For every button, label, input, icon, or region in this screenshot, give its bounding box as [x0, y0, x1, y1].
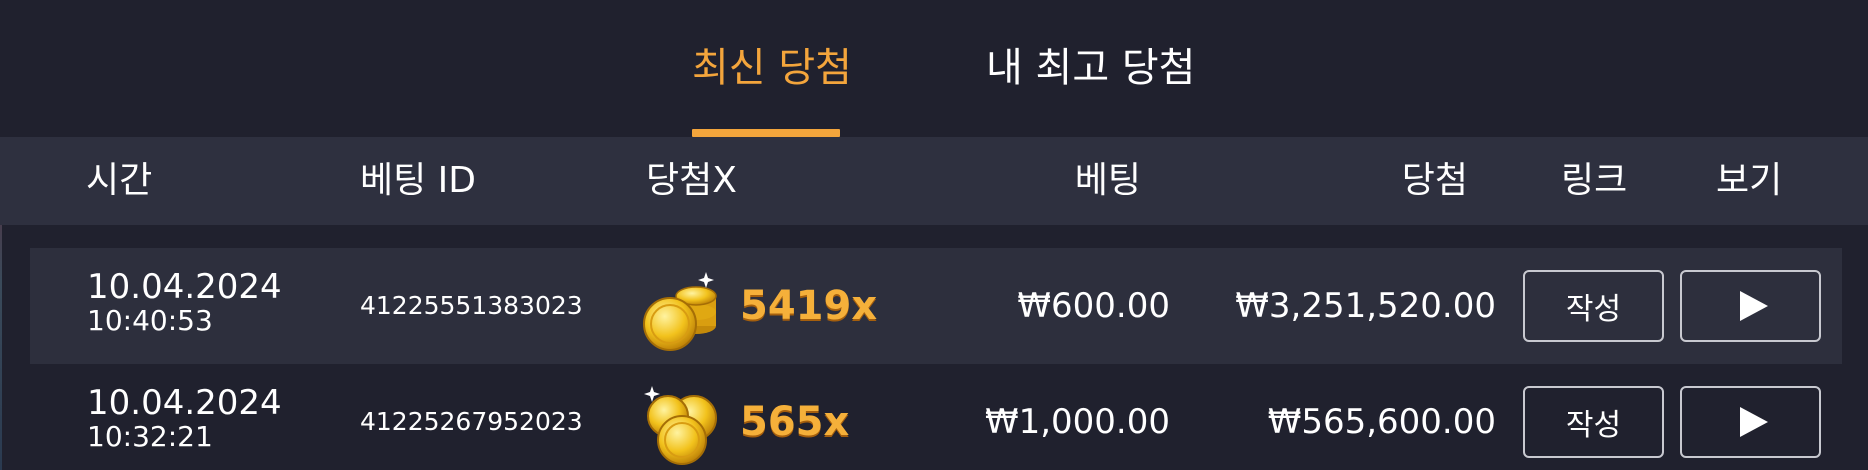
- tab-recent-wins-label: 최신 당첨: [692, 45, 852, 91]
- row-timestamp: 10.04.2024 10:32:21: [87, 386, 282, 451]
- row-bet-amount: ₩600.00: [1017, 286, 1170, 326]
- tab-bar: 최신 당첨 내 최고 당첨: [0, 0, 1868, 137]
- row-time: 10:40:53: [87, 304, 213, 337]
- row-time: 10:32:21: [87, 420, 213, 453]
- view-replay-button[interactable]: [1680, 270, 1821, 342]
- write-link-label: 작성: [1565, 408, 1622, 443]
- row-bet-id: 41225551383023: [360, 291, 583, 320]
- row-date: 10.04.2024: [87, 267, 282, 307]
- column-header-link: 링크: [1561, 160, 1628, 201]
- active-tab-underline: [692, 129, 840, 137]
- row-win-amount: ₩3,251,520.00: [1235, 286, 1496, 326]
- row-date: 10.04.2024: [87, 383, 282, 423]
- play-icon: [1739, 407, 1768, 437]
- tab-my-best-wins[interactable]: 내 최고 당첨: [986, 40, 1195, 137]
- write-link-button[interactable]: 작성: [1523, 270, 1664, 342]
- row-timestamp: 10.04.2024 10:40:53: [87, 270, 282, 335]
- tab-recent-wins[interactable]: 최신 당첨: [692, 40, 852, 137]
- table-row: 10.04.2024 10:32:21 41225267952023 565x …: [30, 364, 1842, 470]
- play-icon: [1739, 291, 1768, 321]
- column-header-win: 당첨: [1401, 160, 1468, 201]
- column-header-multiplier: 당첨X: [646, 160, 737, 201]
- column-header-view: 보기: [1716, 160, 1783, 201]
- write-link-button[interactable]: 작성: [1523, 386, 1664, 458]
- row-bet-amount: ₩1,000.00: [984, 402, 1170, 442]
- write-link-label: 작성: [1565, 292, 1622, 327]
- row-multiplier: 565x: [740, 399, 850, 445]
- tab-my-best-wins-label: 내 최고 당첨: [986, 45, 1196, 91]
- row-multiplier: 5419x: [740, 283, 878, 329]
- column-header-bet-id: 베팅 ID: [360, 160, 477, 201]
- table-header: 시간 베팅 ID 당첨X 베팅 당첨 링크 보기: [0, 137, 1868, 225]
- row-win-amount: ₩565,600.00: [1267, 402, 1496, 442]
- column-header-bet: 베팅: [1074, 160, 1141, 201]
- table-row: 10.04.2024 10:40:53 41225551383023 5419x…: [30, 248, 1842, 364]
- view-replay-button[interactable]: [1680, 386, 1821, 458]
- coins-icon: [644, 386, 717, 465]
- row-bet-id: 41225267952023: [360, 407, 583, 436]
- coin-stack-icon: [643, 272, 717, 351]
- column-header-time: 시간: [86, 160, 153, 201]
